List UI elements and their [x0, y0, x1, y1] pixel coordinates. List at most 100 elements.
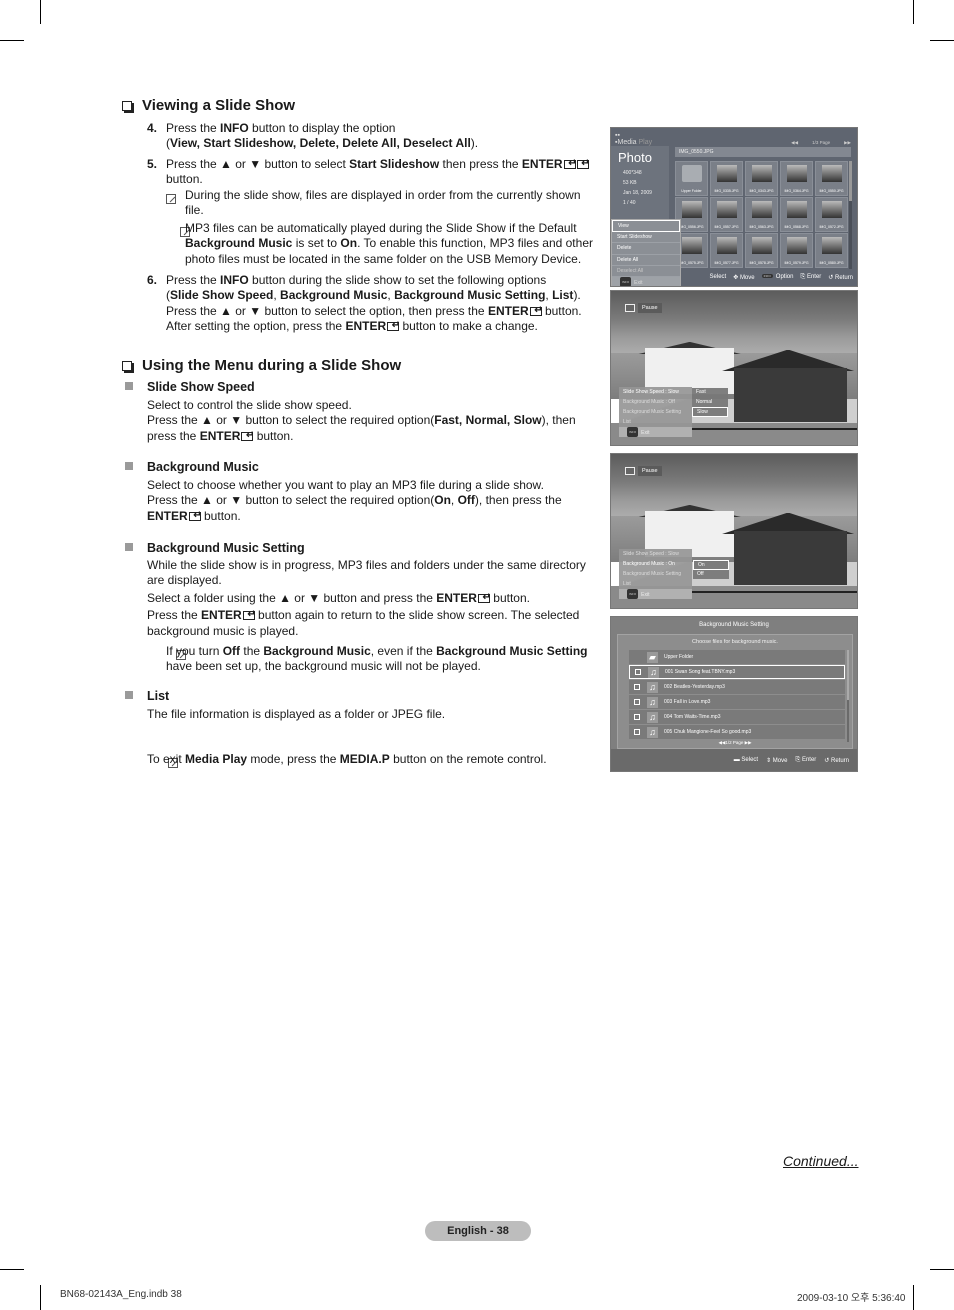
list-item[interactable]: ♫ 005 Chuk Mangione-Feel So good.mp3 — [629, 725, 845, 739]
option-slow[interactable]: Slow — [692, 407, 728, 417]
menu-item-delete[interactable]: Delete — [612, 243, 680, 255]
menu-background-music-setting[interactable]: Background Music Setting — [619, 407, 692, 417]
menu-item-deselect-all[interactable]: Deselect All — [612, 266, 680, 277]
checkbox[interactable] — [634, 714, 640, 720]
checkbox-bullet-icon — [122, 100, 132, 111]
photo-thumb[interactable]: IMG_0563.JPG — [745, 197, 778, 232]
thumb-label: IMG_0580.JPG — [819, 261, 844, 265]
checkbox[interactable] — [635, 669, 641, 675]
photo-thumb[interactable]: IMG_0577.JPG — [710, 233, 743, 268]
photo-thumb[interactable]: IMG_0579.JPG — [780, 233, 813, 268]
screenshot-media-play-photo: ▪▪ ▪Media Play ◀◀ 1/3 Page ▶▶ Photo 400*348… — [610, 127, 858, 287]
menu-item-start-slideshow[interactable]: Start Slideshow — [612, 232, 680, 244]
folder-icon: ▰ — [647, 651, 658, 663]
thumb-label: IMG_0364.JPG — [784, 189, 809, 193]
item-title: Slide Show Speed — [147, 380, 255, 394]
list-item-upper-folder[interactable]: ▰ Upper Folder — [629, 650, 845, 664]
enter-icon — [387, 318, 400, 334]
option-off[interactable]: Off — [693, 570, 729, 580]
menu-item-delete-all[interactable]: Delete All — [612, 255, 680, 266]
menu-exit[interactable]: INFO Exit — [619, 427, 692, 437]
menu-item-view[interactable]: View — [612, 220, 680, 233]
thumb-label: IMG_0563.JPG — [749, 225, 774, 229]
crop-mark — [0, 1269, 24, 1270]
photo-thumb[interactable]: IMG_0580.JPG — [815, 233, 848, 268]
section-heading-viewing: Viewing a Slide Show — [122, 97, 295, 114]
image-resolution: 400*348 — [623, 170, 642, 176]
enter-icon — [477, 590, 491, 605]
exit-note: To exit Media Play mode, press the MEDIA… — [147, 752, 547, 766]
scrollbar[interactable] — [847, 650, 849, 742]
checkbox[interactable] — [634, 729, 640, 735]
step-number: 5. — [147, 157, 158, 171]
checkbox[interactable] — [634, 699, 640, 705]
scrollbar[interactable] — [849, 161, 852, 269]
photo-thumb[interactable]: IMG_0550.JPG — [815, 161, 848, 196]
slideshow-menu: Slide Show Speed : Slow Background Music… — [619, 387, 692, 437]
menu-exit[interactable]: INFO Exit — [619, 589, 692, 599]
step-6-text: Press the INFO button during the slide s… — [166, 273, 582, 335]
page-number-badge: English - 38 — [425, 1221, 531, 1241]
thumbnail-image — [787, 165, 807, 182]
menu-background-music[interactable]: Background Music : Off — [619, 397, 692, 407]
crop-mark — [913, 0, 914, 24]
menu-slide-show-speed[interactable]: Slide Show Speed : Slow — [619, 387, 692, 397]
hint-option: INFO Option — [761, 274, 794, 280]
crop-mark — [0, 40, 24, 41]
slideshow-menu: Slide Show Speed : Slow Background Music… — [619, 549, 692, 599]
option-on[interactable]: On — [693, 560, 729, 570]
checkbox[interactable] — [634, 684, 640, 690]
note-mp3: MP3 files can be automatically played du… — [185, 221, 593, 266]
hint-select: Select — [709, 274, 727, 280]
list-item[interactable]: ♫ 002 Beatles-Yesterday.mp3 — [629, 680, 845, 694]
option-normal[interactable]: Normal — [692, 398, 728, 408]
square-bullet-icon — [125, 462, 133, 470]
crop-mark — [40, 0, 41, 24]
step-number: 6. — [147, 273, 158, 287]
photo-thumb[interactable]: IMG_0335.JPG — [710, 161, 743, 196]
list-item[interactable]: ♫ 004 Tom Waits-Time.mp3 — [629, 710, 845, 724]
thumbnail-image — [682, 201, 702, 218]
option-menu: View Start Slideshow Delete Delete All D… — [611, 219, 681, 286]
thumb-label: IMG_0578.JPG — [749, 261, 774, 265]
music-note-icon: ♫ — [647, 681, 658, 693]
hint-move: ⇕ Move — [766, 757, 788, 764]
pause-indicator: Pause — [625, 466, 662, 476]
photo-thumb[interactable]: IMG_0568.JPG — [780, 197, 813, 232]
menu-exit[interactable]: INFO Exit — [612, 276, 680, 286]
thumb-label: IMG_0568.JPG — [784, 225, 809, 229]
list-item[interactable]: ♫ 003 Fall in Love.mp3 — [629, 695, 845, 709]
menu-background-music-setting[interactable]: Background Music Setting — [619, 569, 692, 579]
page-indicator: ◀◀ 1/3 Page ▶▶ — [791, 140, 851, 145]
menu-list[interactable]: List — [619, 579, 692, 589]
dialog-subtitle: Choose files for background music. — [692, 639, 778, 645]
photo-thumb[interactable]: IMG_0578.JPG — [745, 233, 778, 268]
crop-mark — [913, 1285, 914, 1310]
file-size: 53 KB — [623, 180, 637, 186]
photo-thumb[interactable]: IMG_0343.JPG — [745, 161, 778, 196]
screenshot-background-music-setting: Background Music Setting Choose files fo… — [610, 616, 858, 772]
photo-thumb[interactable]: IMG_0364.JPG — [780, 161, 813, 196]
menu-background-music[interactable]: Background Music : On — [619, 559, 692, 569]
enter-icon — [242, 607, 256, 623]
enter-icon — [563, 156, 577, 171]
file-index: 1 / 40 — [623, 200, 636, 206]
music-file-panel: Choose files for background music. ▰ Uppe… — [617, 634, 853, 749]
photo-thumb[interactable]: IMG_0572.JPG — [815, 197, 848, 232]
category-title: Photo — [618, 150, 652, 165]
thumbnail-image — [822, 201, 842, 218]
thumbnail-image — [752, 165, 772, 182]
option-fast[interactable]: Fast — [692, 388, 728, 398]
section-heading-menu: Using the Menu during a Slide Show — [122, 357, 401, 374]
crop-mark — [930, 1269, 954, 1270]
crop-mark — [930, 40, 954, 41]
heading-text: Using the Menu during a Slide Show — [142, 357, 402, 374]
upper-folder-thumb[interactable]: Upper Folder — [675, 161, 708, 196]
note-background-music-off: If you turn Off the Background Music, ev… — [166, 644, 588, 674]
speed-options: Fast Normal Slow — [692, 388, 728, 417]
list-item[interactable]: ♫ 001 Swan Song feat.TBNY.mp3 — [629, 665, 845, 679]
menu-list[interactable]: List — [619, 417, 692, 427]
enter-icon — [188, 508, 202, 523]
menu-slide-show-speed[interactable]: Slide Show Speed : Slow — [619, 549, 692, 559]
photo-thumb[interactable]: IMG_0557.JPG — [710, 197, 743, 232]
